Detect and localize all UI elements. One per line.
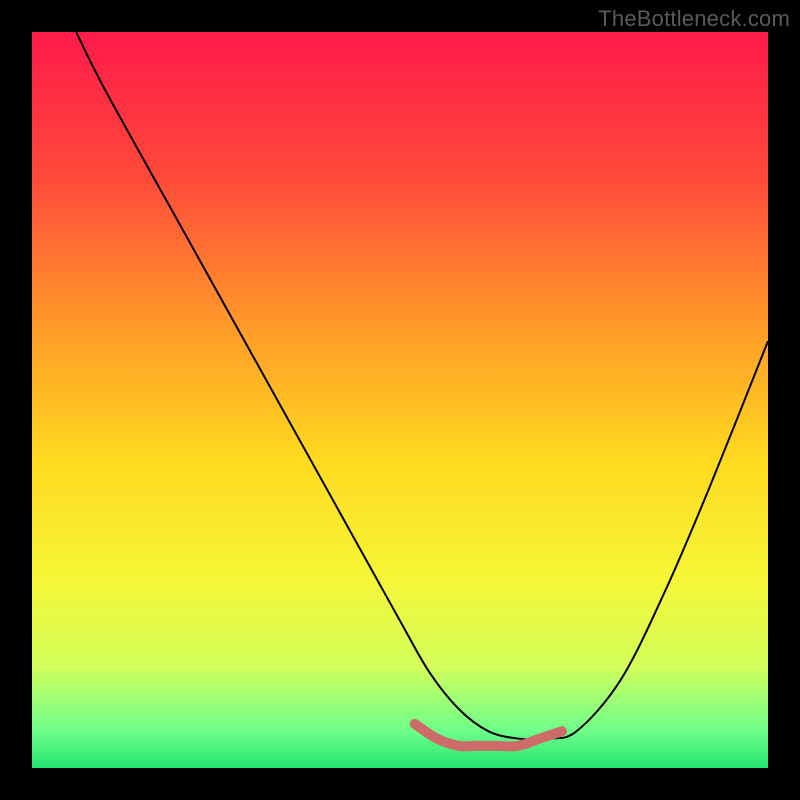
plot-area [32,32,768,768]
plot-svg [32,32,768,768]
watermark-text: TheBottleneck.com [598,6,790,32]
chart-frame: TheBottleneck.com [0,0,800,800]
gradient-background [32,32,768,768]
